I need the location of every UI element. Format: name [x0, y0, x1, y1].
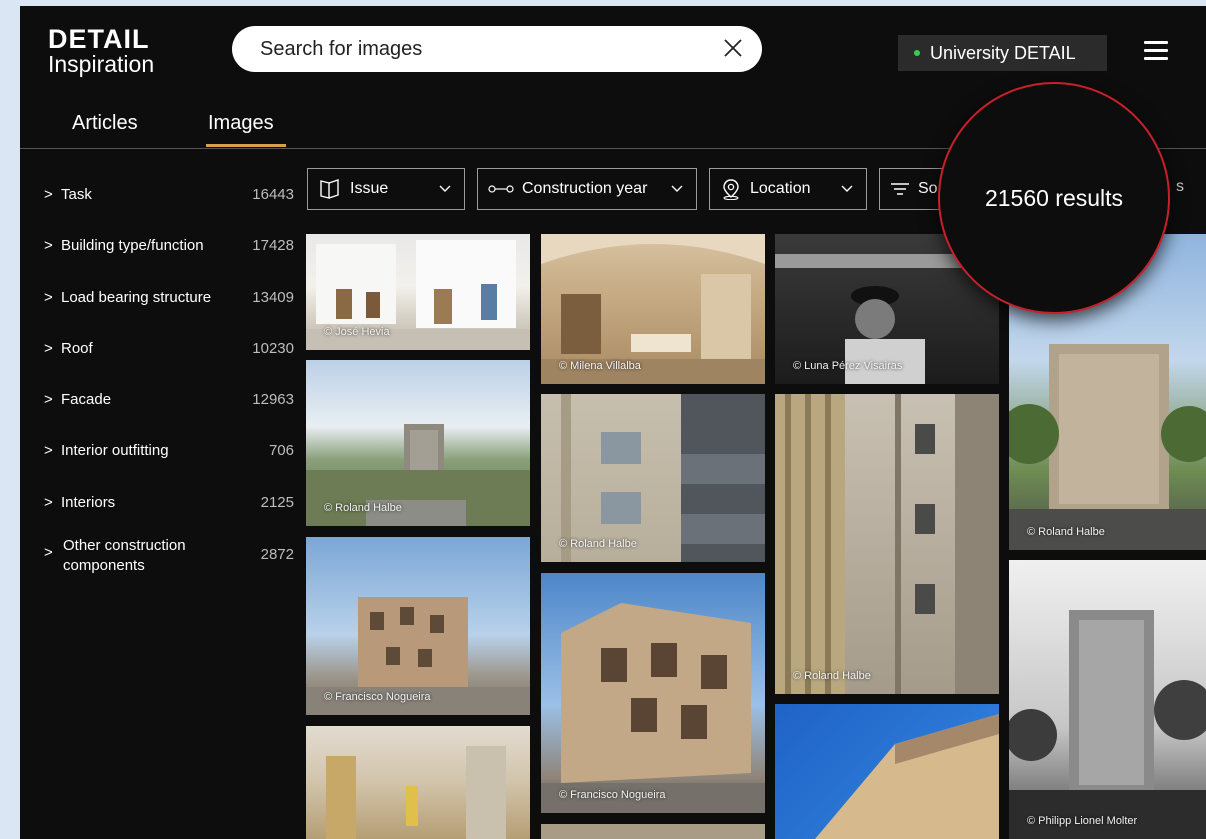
detail-inspiration-logo[interactable]: DETAIL Inspiration — [48, 26, 154, 76]
filter-construction-year-dropdown[interactable]: Construction year — [477, 168, 697, 210]
image-tile[interactable] — [541, 824, 765, 839]
active-tab-indicator — [206, 144, 286, 147]
image-tile[interactable]: © Roland Halbe — [306, 360, 530, 526]
sidebar-item-label: Building type/function — [61, 237, 204, 254]
chevron-right-icon: > — [44, 186, 53, 203]
results-trailing-text: s — [1176, 178, 1184, 195]
timeline-icon — [488, 184, 514, 194]
image-credit: © Philipp Lionel Molter — [1027, 815, 1138, 827]
sidebar-item-count: 17428 — [252, 237, 294, 254]
results-count-highlight: 21560 results — [938, 82, 1170, 314]
sidebar-item-label: Interiors — [61, 494, 116, 511]
filter-label: Issue — [350, 180, 389, 197]
image-credit: © Roland Halbe — [324, 502, 402, 514]
chevron-right-icon: > — [44, 237, 53, 254]
filter-label: So — [918, 180, 938, 197]
chevron-right-icon: > — [44, 289, 53, 306]
app-window: DETAIL Inspiration University DETAIL Art… — [20, 6, 1206, 839]
image-credit: © Roland Halbe — [559, 538, 637, 550]
image-credit: © Roland Halbe — [1027, 526, 1105, 538]
building-photo-image — [541, 603, 765, 813]
building-photo-image — [1009, 610, 1206, 839]
chevron-right-icon: > — [44, 340, 53, 357]
sidebar-item-count: 706 — [268, 442, 294, 459]
chevron-right-icon: > — [44, 544, 53, 561]
image-credit: © Francisco Nogueira — [559, 789, 666, 801]
chevron-right-icon: > — [44, 442, 53, 459]
results-count: 21560 results — [984, 184, 1124, 211]
sidebar-item-count: 13409 — [252, 289, 294, 306]
sidebar-item-count: 16443 — [252, 186, 294, 203]
chevron-right-icon: > — [44, 494, 53, 511]
tab-images[interactable]: Images — [208, 112, 274, 135]
chevron-down-icon — [841, 185, 853, 192]
chevron-down-icon — [439, 185, 451, 192]
building-facade-image — [561, 394, 765, 562]
image-tile[interactable] — [306, 726, 530, 839]
image-tile[interactable]: © Roland Halbe — [775, 394, 999, 694]
sidebar-item-label: Roof — [61, 340, 93, 357]
filter-location-dropdown[interactable]: Location — [709, 168, 867, 210]
image-tile[interactable]: © Francisco Nogueira — [541, 573, 765, 813]
search-bar — [232, 26, 762, 72]
sidebar-item-count: 10230 — [252, 340, 294, 357]
image-credit: © Francisco Nogueira — [324, 691, 431, 703]
close-icon[interactable] — [720, 35, 746, 61]
image-tile[interactable]: © Roland Halbe — [541, 394, 765, 562]
book-icon — [318, 178, 342, 200]
image-credit: © Luna Pérez Visairas — [793, 360, 903, 372]
sidebar-item-label: Facade — [61, 391, 112, 408]
sort-icon — [890, 182, 910, 196]
image-credit: © José Hevia — [324, 326, 390, 338]
image-tile[interactable]: © Milena Villalba — [541, 234, 765, 384]
hamburger-menu-icon[interactable] — [1144, 41, 1168, 61]
sidebar-item-label: Task — [61, 186, 92, 203]
logo-subtitle: Inspiration — [48, 51, 155, 77]
chevron-right-icon: > — [44, 391, 53, 408]
building-photo-image — [326, 746, 506, 839]
filter-label: Location — [750, 180, 811, 197]
building-facade-image — [775, 394, 999, 694]
image-tile[interactable] — [775, 704, 999, 839]
search-input[interactable] — [258, 36, 702, 62]
image-credit: © Roland Halbe — [793, 670, 871, 682]
online-status-dot — [914, 50, 920, 56]
sidebar-item-count: 2872 — [260, 546, 294, 563]
sidebar-item-count: 2125 — [260, 494, 294, 511]
filter-label: Construction year — [522, 180, 648, 197]
location-pin-icon — [720, 178, 742, 200]
image-credit: © Milena Villalba — [559, 360, 641, 372]
building-photo-image — [815, 714, 999, 839]
tab-articles[interactable]: Articles — [72, 112, 138, 135]
account-label: University DETAIL — [930, 42, 1076, 63]
image-tile[interactable]: © Philipp Lionel Molter — [1009, 560, 1206, 839]
sidebar-item-other-construction-components[interactable]: > Other construction components 2872 — [44, 536, 294, 576]
account-button[interactable]: University DETAIL — [898, 35, 1107, 71]
sidebar-item-label: Other construction components — [63, 537, 186, 574]
image-tile[interactable]: © Francisco Nogueira — [306, 537, 530, 715]
sidebar-item-label: Load bearing structure — [61, 289, 212, 306]
logo-wordmark: DETAIL — [48, 24, 150, 54]
sidebar-item-label: Interior outfitting — [61, 442, 169, 459]
sidebar-item-count: 12963 — [252, 391, 294, 408]
image-tile[interactable]: © José Hevia — [306, 234, 530, 350]
chevron-down-icon — [671, 185, 683, 192]
building-photo-image — [306, 597, 530, 715]
filter-issue-dropdown[interactable]: Issue — [307, 168, 465, 210]
